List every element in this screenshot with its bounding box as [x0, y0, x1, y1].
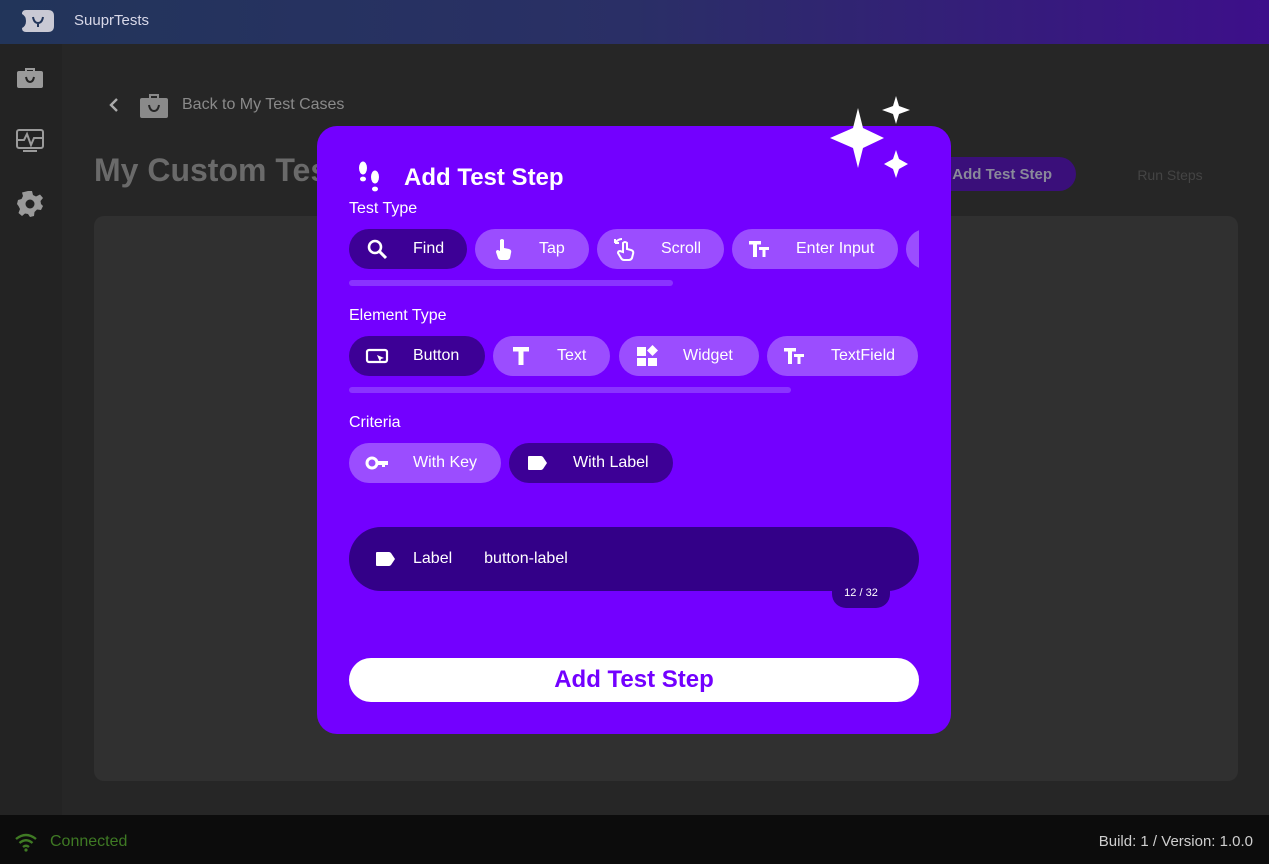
briefcase-icon[interactable]: [15, 62, 45, 92]
criteria-options: With Key With Label: [349, 443, 919, 483]
connection-status: Connected: [50, 833, 128, 850]
app-logo-icon: [22, 10, 54, 32]
chip-label: Tap: [539, 240, 565, 257]
text-fields-icon: [784, 348, 804, 364]
chip-label: Text: [557, 347, 587, 364]
test-type-options: Find Tap Scroll Enter Input: [349, 229, 919, 269]
criteria-label: Criteria: [349, 414, 401, 431]
chip-label: Button: [413, 347, 460, 364]
sparkles-icon: [830, 96, 910, 178]
chip-label: With Label: [573, 454, 649, 471]
label-icon: [376, 552, 395, 566]
text-icon: [513, 347, 529, 365]
page-title: My Custom Test: [94, 152, 339, 188]
chevron-left-icon[interactable]: [106, 97, 122, 113]
chip-tap[interactable]: Tap: [475, 229, 589, 269]
chip-textfield[interactable]: TextField: [767, 336, 918, 376]
chip-label: Widget: [683, 347, 733, 364]
chip-text[interactable]: Text: [493, 336, 610, 376]
chip-label: With Key: [413, 454, 478, 471]
test-type-label: Test Type: [349, 200, 418, 217]
key-icon: [365, 456, 388, 470]
button-icon: [365, 348, 389, 364]
chip-label: Scroll: [661, 240, 702, 257]
run-steps-button[interactable]: Run Steps: [1100, 158, 1240, 192]
chip-with-key[interactable]: With Key: [349, 443, 501, 483]
character-counter: 12 / 32: [832, 578, 890, 608]
chip-find[interactable]: Find: [349, 229, 467, 269]
dialog-header: Add Test Step: [356, 160, 564, 196]
footsteps-icon: [359, 161, 379, 192]
back-link[interactable]: Back to My Test Cases: [106, 88, 344, 122]
label-icon: [528, 456, 547, 470]
status-bar: [0, 815, 1269, 864]
chip-label: Enter Input: [796, 240, 875, 257]
widgets-icon: [637, 345, 658, 366]
gear-icon[interactable]: [15, 189, 45, 219]
sidebar: [0, 44, 62, 815]
app-title: SuuprTests: [74, 12, 150, 29]
chip-scroll[interactable]: Scroll: [597, 229, 724, 269]
label-field-caption: Label: [413, 550, 453, 567]
search-icon: [367, 239, 388, 260]
text-fields-icon: [749, 241, 769, 257]
chip-label: TextField: [831, 347, 896, 364]
test-type-scrollbar[interactable]: [349, 280, 673, 286]
swipe-icon: [614, 238, 635, 261]
chip-more[interactable]: [906, 229, 919, 269]
chip-enter-input[interactable]: Enter Input: [732, 229, 898, 269]
chip-button[interactable]: Button: [349, 336, 485, 376]
chip-label: Find: [413, 240, 445, 257]
label-input[interactable]: [484, 550, 785, 568]
chip-widget[interactable]: Widget: [619, 336, 759, 376]
element-type-options: Button Text Widget TextField: [349, 336, 919, 376]
submit-add-test-step-button[interactable]: Add Test Step: [349, 658, 919, 702]
build-version: Build: 1 / Version: 1.0.0: [1098, 833, 1253, 850]
title-bar: SuuprTests: [0, 0, 1269, 44]
wifi-icon: [15, 833, 37, 852]
tap-icon: [496, 239, 512, 260]
briefcase-icon: [140, 94, 168, 118]
element-type-label: Element Type: [349, 307, 447, 324]
element-type-scrollbar[interactable]: [349, 387, 791, 393]
back-link-label[interactable]: Back to My Test Cases: [182, 96, 344, 114]
chip-with-label[interactable]: With Label: [509, 443, 673, 483]
monitor-heart-icon[interactable]: [15, 125, 45, 155]
dialog-title: Add Test Step: [404, 164, 564, 191]
